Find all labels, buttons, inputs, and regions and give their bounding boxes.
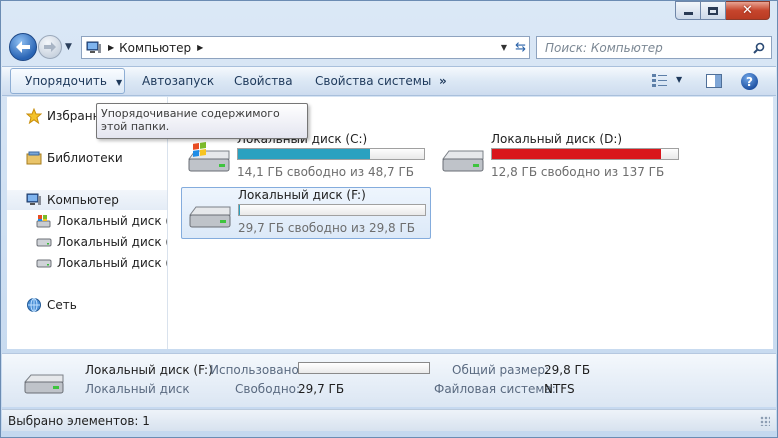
change-view-icon[interactable]	[652, 74, 668, 88]
drive-tile-f[interactable]: Локальный диск (F:) 29,7 ГБ свободно из …	[181, 187, 431, 239]
breadcrumb-computer[interactable]: Компьютер	[119, 41, 191, 55]
details-fs-label: Файловая система:	[434, 382, 556, 396]
details-title: Локальный диск (F:)	[85, 363, 213, 377]
breadcrumb-root-arrow[interactable]: ▶	[108, 43, 114, 52]
help-icon[interactable]: ?	[741, 73, 758, 90]
forward-button[interactable]	[38, 35, 62, 59]
search-input[interactable]: Поиск: Компьютер	[537, 41, 753, 55]
sidebar-item-label: Локальный диск (C:)	[57, 214, 167, 228]
properties-button[interactable]: Свойства	[234, 67, 293, 95]
organize-label: Упорядочить	[25, 74, 107, 88]
star-icon	[25, 108, 43, 124]
sidebar-item-drive-c[interactable]: Локальный диск (C:)	[35, 211, 167, 231]
drive-tile-d[interactable]: Локальный диск (D:) 12,8 ГБ свободно из …	[435, 132, 685, 184]
library-icon	[25, 150, 43, 166]
breadcrumb-arrow[interactable]: ▶	[197, 43, 203, 52]
sidebar-item-label: Компьютер	[47, 193, 119, 207]
chevron-down-icon: ▼	[115, 78, 123, 87]
system-properties-button[interactable]: Свойства системы	[315, 67, 431, 95]
arrow-right-icon	[44, 42, 56, 52]
drive-icon	[35, 234, 53, 250]
search-icon[interactable]	[753, 42, 765, 54]
details-total-value: 29,8 ГБ	[544, 363, 591, 377]
address-dropdown[interactable]: ▼	[501, 43, 507, 52]
drive-tile-c[interactable]: Локальный диск (C:) 14,1 ГБ свободно из …	[181, 132, 431, 184]
drive-icon	[442, 150, 484, 172]
drive-free-space: 29,7 ГБ свободно из 29,8 ГБ	[238, 221, 416, 235]
organize-button[interactable]: Упорядочить ▼	[10, 68, 125, 94]
caption-buttons: ✕	[675, 1, 770, 20]
maximize-icon[interactable]	[701, 1, 726, 20]
sidebar-item-label: Локальный диск (D:)	[57, 235, 167, 249]
command-bar: Упорядочить ▼ Автозапуск Свойства Свойств…	[2, 66, 776, 96]
sidebar-item-computer[interactable]: Компьютер	[7, 190, 167, 210]
drive-icon	[189, 206, 231, 228]
selection-count: Выбрано элементов: 1	[8, 414, 150, 428]
sidebar-item-libraries[interactable]: Библиотеки	[25, 148, 123, 168]
drive-free-space: 14,1 ГБ свободно из 48,7 ГБ	[237, 165, 415, 179]
drive-free-space: 12,8 ГБ свободно из 137 ГБ	[491, 165, 665, 179]
arrow-left-icon	[16, 41, 30, 53]
sidebar-item-label: Библиотеки	[47, 151, 123, 165]
details-fs-value: NTFS	[544, 382, 575, 396]
search-box[interactable]: Поиск: Компьютер	[536, 36, 772, 59]
sidebar-item-label: Локальный диск (F:)	[57, 256, 167, 270]
explorer-window: ✕ ▼ ▶ Компьютер ▶ ▼ ⇆ Поиск: Компьютер У…	[0, 0, 778, 438]
organize-tooltip: Упорядочивание содержимого этой папки.	[96, 103, 308, 139]
address-bar[interactable]: ▶ Компьютер ▶ ▼ ⇆	[81, 36, 530, 59]
status-bar: Выбрано элементов: 1	[2, 409, 776, 431]
drive-icon	[35, 255, 53, 271]
drive-icon	[23, 374, 64, 394]
refresh-icon[interactable]: ⇆	[515, 40, 526, 55]
details-usage-bar	[298, 362, 430, 374]
preview-pane-icon[interactable]	[706, 74, 722, 88]
details-pane: Локальный диск (F:) Локальный диск Испол…	[2, 353, 776, 407]
details-subtitle: Локальный диск	[85, 382, 190, 396]
details-total-label: Общий размер:	[452, 363, 550, 377]
computer-icon	[86, 41, 101, 53]
navigation-bar: ▼ ▶ Компьютер ▶ ▼ ⇆ Поиск: Компьютер	[9, 33, 772, 61]
details-used-label: Использовано:	[210, 363, 303, 377]
back-button[interactable]	[9, 33, 37, 61]
computer-icon	[25, 192, 43, 208]
sidebar-item-drive-d[interactable]: Локальный диск (D:)	[35, 232, 167, 252]
drive-usage-fill	[492, 149, 662, 159]
autorun-button[interactable]: Автозапуск	[142, 67, 214, 95]
drive-usage-bar	[237, 148, 425, 160]
drive-usage-fill	[238, 149, 371, 159]
windows-drive-icon	[188, 142, 230, 172]
drive-name: Локальный диск (F:)	[238, 188, 366, 202]
sidebar-item-drive-f[interactable]: Локальный диск (F:)	[35, 253, 167, 273]
network-icon	[25, 297, 43, 313]
resize-grip-icon[interactable]	[760, 416, 770, 426]
drive-name: Локальный диск (D:)	[491, 132, 623, 146]
more-commands-button[interactable]: »	[439, 67, 447, 95]
drive-usage-fill	[239, 205, 240, 215]
drive-usage-bar	[491, 148, 679, 160]
view-options-dropdown[interactable]: ▼	[676, 75, 682, 84]
details-free-value: 29,7 ГБ	[298, 382, 345, 396]
details-free-label: Свободно:	[235, 382, 301, 396]
recent-pages-dropdown[interactable]: ▼	[65, 42, 72, 52]
sidebar-item-label: Сеть	[47, 298, 77, 312]
close-icon[interactable]: ✕	[726, 1, 770, 20]
windows-drive-icon	[35, 213, 53, 229]
minimize-icon[interactable]	[675, 1, 701, 20]
sidebar-item-network[interactable]: Сеть	[25, 295, 77, 315]
drive-usage-bar	[238, 204, 426, 216]
